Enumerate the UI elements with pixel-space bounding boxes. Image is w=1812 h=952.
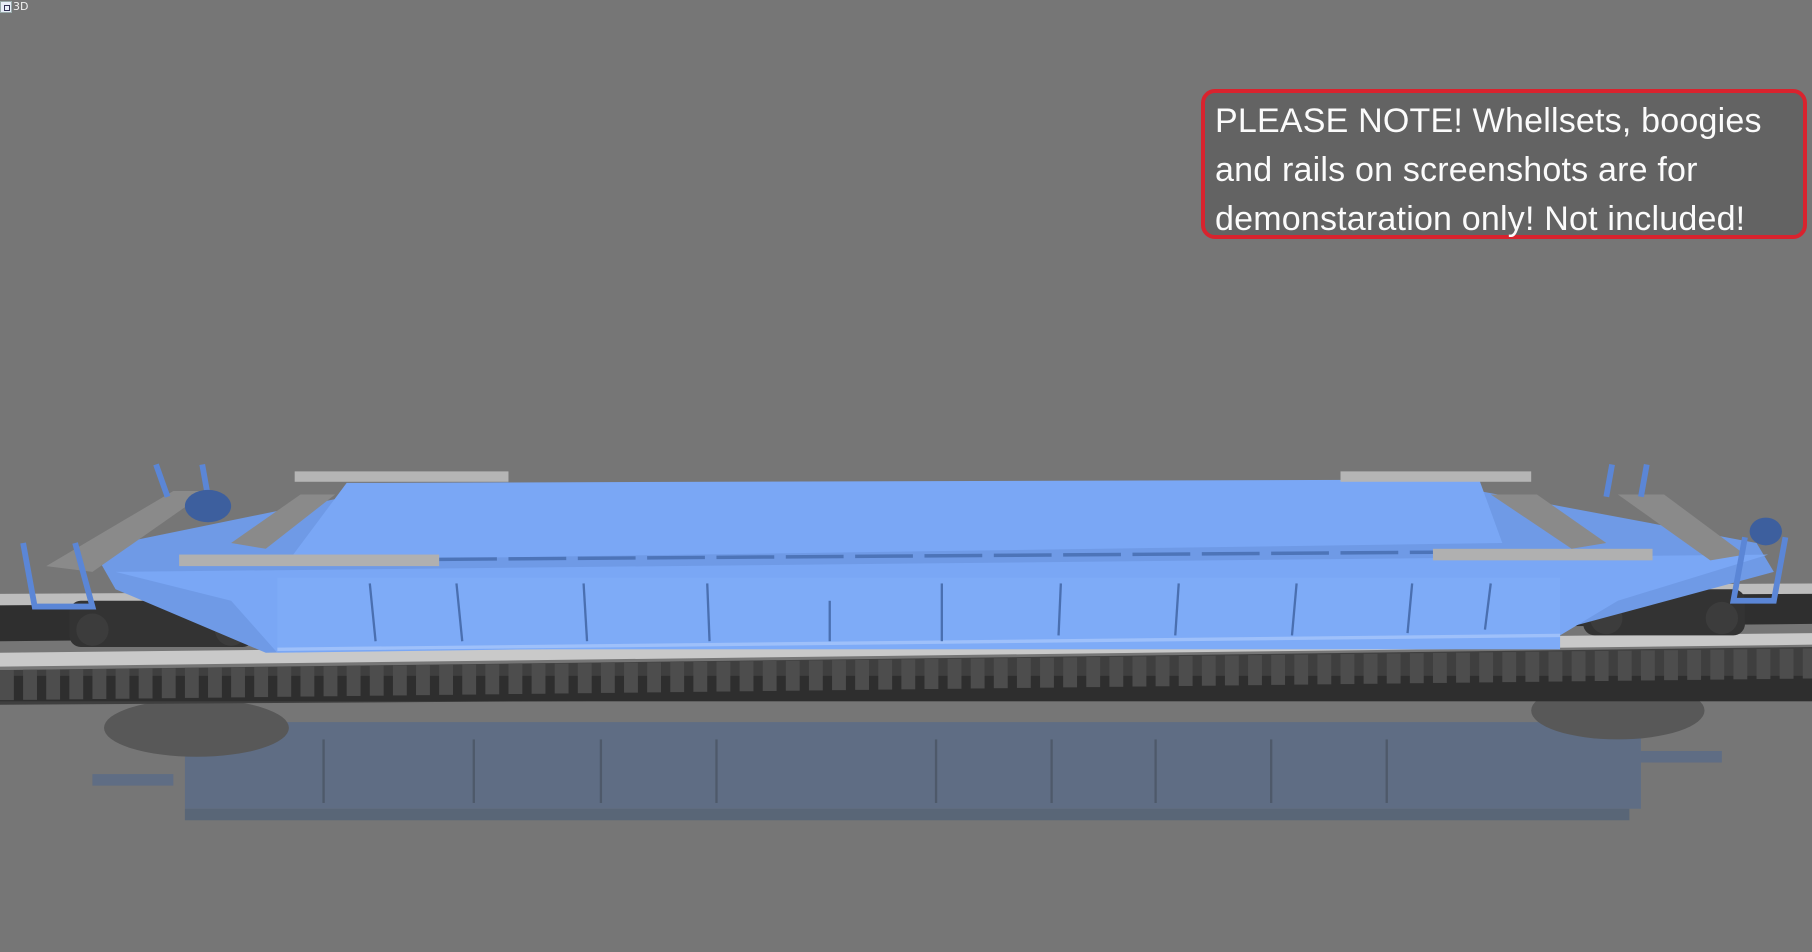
track-sleeper	[161, 668, 176, 699]
track-sleeper	[762, 660, 777, 691]
track-sleeper	[462, 664, 477, 695]
track-sleeper	[23, 669, 37, 700]
track-sleeper	[277, 666, 292, 697]
track-sleeper	[901, 659, 916, 690]
track-sleeper	[1063, 657, 1078, 688]
track-sleeper	[1502, 652, 1517, 683]
track-sleeper	[1710, 649, 1725, 680]
track-sleeper	[1640, 650, 1655, 681]
track-sleeper	[439, 664, 453, 695]
flat-car-body	[20, 463, 1789, 653]
track-sleeper	[1594, 650, 1609, 682]
track-sleeper	[1271, 654, 1286, 685]
track-sleeper	[531, 663, 546, 694]
track-sleeper	[1178, 655, 1193, 686]
track-sleeper	[1802, 648, 1812, 679]
track-sleeper	[1664, 650, 1678, 681]
track-sleeper	[1155, 656, 1170, 687]
track-sleeper	[1779, 648, 1794, 679]
track-sleeper	[1456, 652, 1470, 683]
track-sleeper	[1016, 657, 1031, 688]
track-sleeper	[1756, 649, 1771, 680]
track-sleeper	[392, 665, 407, 696]
track-sleeper	[1409, 653, 1424, 684]
track-sleeper	[46, 669, 61, 700]
track-sleeper	[1479, 652, 1494, 683]
track-sleeper	[1617, 650, 1632, 681]
track-sleeper	[554, 663, 569, 694]
track-sleeper	[600, 662, 615, 693]
track-sleeper	[577, 663, 592, 694]
viewer-icon[interactable]	[0, 1, 12, 13]
track-sleeper	[1201, 655, 1216, 686]
track-sleeper	[208, 667, 222, 698]
track-sleeper	[1386, 653, 1401, 684]
track-sleeper	[878, 659, 893, 690]
track-sleeper	[1432, 652, 1447, 683]
track-sleeper	[138, 668, 153, 699]
note-line: demonstaration only! Not included!	[1215, 200, 1746, 238]
track-sleeper	[369, 665, 384, 696]
note-line: PLEASE NOTE! Whellsets, boogies	[1215, 102, 1762, 140]
track-sleeper	[508, 663, 523, 695]
track-sleeper	[69, 669, 84, 700]
track-sleeper	[92, 668, 107, 700]
track-sleeper	[1109, 656, 1124, 687]
track-sleeper	[1363, 653, 1378, 684]
track-sleeper	[1224, 655, 1239, 686]
viewer-mode-label: 3D	[13, 0, 29, 13]
track-sleeper	[1317, 654, 1332, 685]
track-sleeper	[1571, 651, 1586, 682]
track-sleeper	[115, 668, 130, 699]
track-sleeper	[485, 664, 500, 695]
track-sleeper	[1294, 654, 1309, 685]
viewer-mode-indicator: 3D	[0, 0, 28, 14]
track-sleeper	[1132, 656, 1147, 687]
track-sleeper	[693, 661, 708, 692]
track-sleeper	[808, 660, 823, 691]
track-sleeper	[416, 665, 430, 696]
track-sleeper	[1086, 657, 1101, 688]
track-sleeper	[924, 659, 939, 690]
track-sleeper	[1248, 655, 1262, 686]
track-sleeper	[1733, 649, 1748, 680]
track-sleeper	[1687, 649, 1702, 680]
track-sleeper	[1525, 651, 1540, 682]
track-sleeper	[1340, 654, 1355, 685]
track-sleeper	[647, 662, 662, 693]
track-sleeper	[739, 661, 754, 692]
track-sleeper	[947, 658, 962, 689]
track-sleeper	[670, 662, 685, 693]
track-sleeper	[832, 660, 846, 691]
disclaimer-note: PLEASE NOTE! Whellsets, boogies and rail…	[1201, 89, 1807, 239]
track-sleeper	[716, 661, 731, 692]
track-sleeper	[231, 667, 245, 698]
track-sleeper	[346, 665, 361, 696]
track-sleeper	[0, 670, 14, 701]
track-sleeper	[184, 667, 199, 698]
note-line: and rails on screenshots are for	[1215, 151, 1698, 189]
track-sleeper	[855, 659, 870, 690]
track-sleeper	[624, 662, 638, 693]
track-sleeper	[254, 667, 269, 698]
track-sleeper	[300, 666, 315, 697]
track-sleeper	[1040, 657, 1054, 688]
track-sleeper	[993, 658, 1008, 689]
track-sleeper	[1548, 651, 1563, 682]
track-sleeper	[970, 658, 985, 689]
track-sleeper	[323, 666, 338, 697]
track-sleeper	[785, 660, 800, 691]
